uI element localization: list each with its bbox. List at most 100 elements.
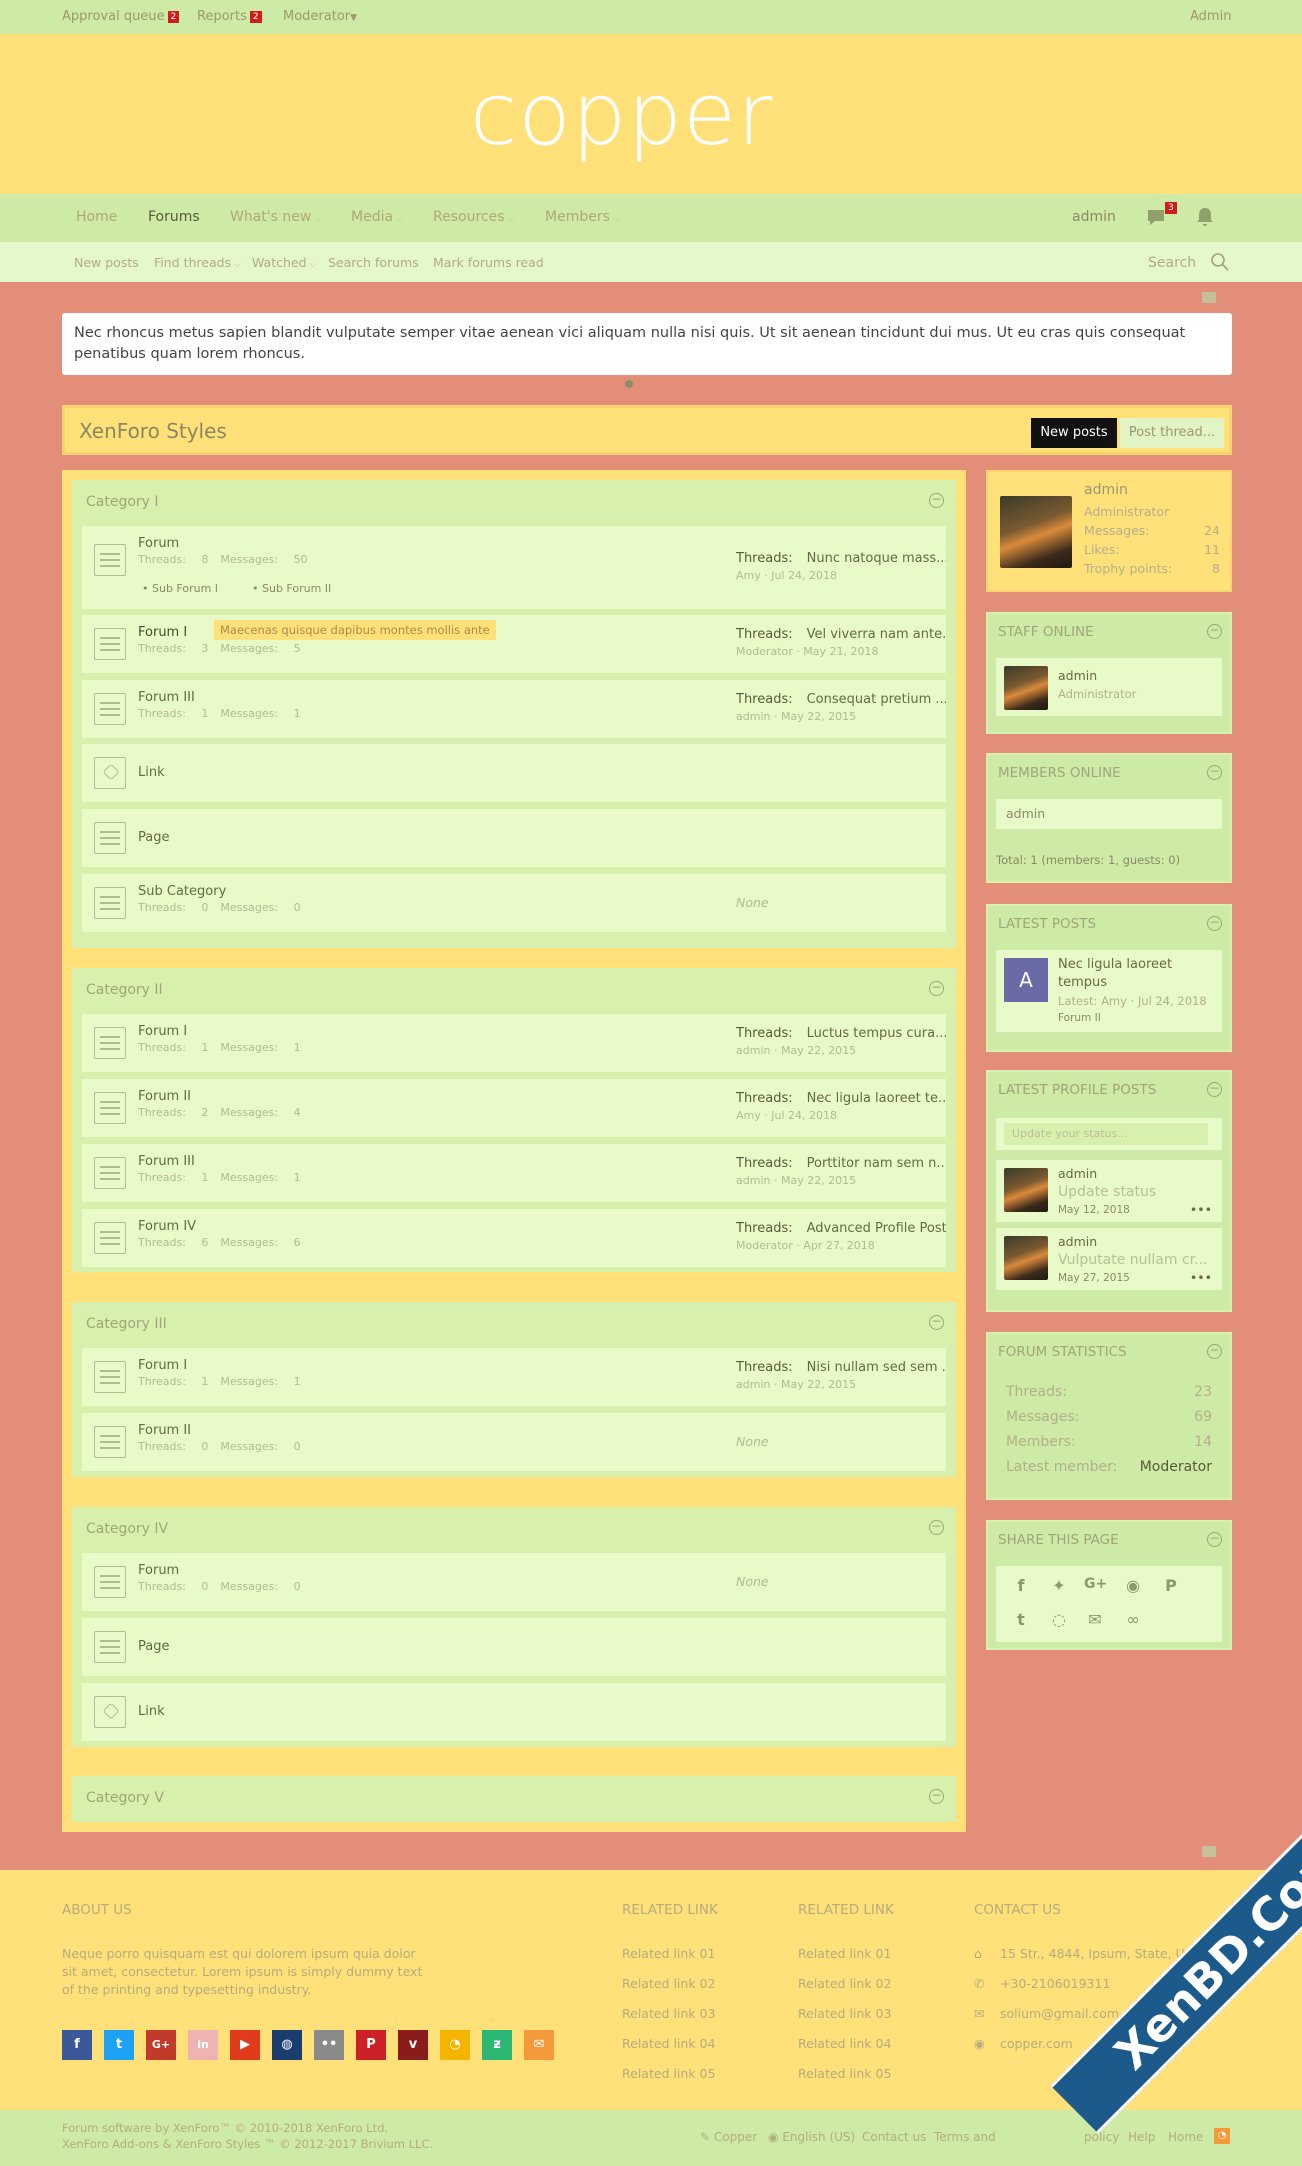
node-row[interactable]: Forum Threads: 8 Messages: 50 • Sub Forum… xyxy=(82,526,946,609)
linkedin-icon[interactable]: in xyxy=(188,2030,218,2060)
node-row[interactable]: Forum IV Threads: 6 Messages: 6 Threads: A… xyxy=(82,1209,946,1267)
last-post-title[interactable]: Threads: Luctus tempus cura... xyxy=(736,1026,946,1041)
footer-related-link[interactable]: Related link 05 xyxy=(622,2066,715,2081)
node-row[interactable]: Sub Category Threads: 0 Messages: 0 None xyxy=(82,874,946,932)
conversations-button[interactable]: 3 xyxy=(1146,202,1177,232)
search-button[interactable] xyxy=(1210,252,1230,275)
collapse-icon[interactable]: − xyxy=(929,493,944,508)
subforum-link[interactable]: • Sub Forum I xyxy=(142,582,218,595)
category-header[interactable]: Category V − xyxy=(72,1776,956,1822)
profile-post-author[interactable]: admin xyxy=(1058,1166,1097,1181)
tab-forums[interactable]: Forums xyxy=(148,209,200,225)
footer-website[interactable]: copper.com xyxy=(1000,2036,1073,2051)
carousel-dot[interactable] xyxy=(625,380,633,388)
last-post-title[interactable]: Threads: Advanced Profile Post xyxy=(736,1221,946,1236)
footer-related-link[interactable]: Related link 03 xyxy=(622,2006,715,2021)
node-row[interactable]: Page xyxy=(82,1618,946,1676)
facebook-icon[interactable]: f xyxy=(62,2030,92,2060)
last-post-title[interactable]: Threads: Nunc natoque mass... xyxy=(736,551,946,566)
google-plus-icon[interactable]: G+ xyxy=(1084,1576,1107,1592)
youtube-icon[interactable]: ▶ xyxy=(230,2030,260,2060)
status-update-input[interactable]: Update your status... xyxy=(1004,1123,1208,1145)
collapse-icon[interactable]: − xyxy=(929,1520,944,1535)
footer-related-link[interactable]: Related link 01 xyxy=(798,1946,891,1961)
email-icon[interactable]: ✉ xyxy=(1084,1610,1106,1629)
node-title[interactable]: Forum I xyxy=(138,625,187,640)
deviantart-icon[interactable]: ƶ xyxy=(482,2030,512,2060)
avatar[interactable]: A xyxy=(1004,958,1048,1002)
rss-icon[interactable]: ◔ xyxy=(1214,2128,1230,2144)
footer-related-link[interactable]: Related link 01 xyxy=(622,1946,715,1961)
terms-link[interactable]: Terms and xyxy=(934,2130,996,2144)
privacy-policy-link[interactable]: policy xyxy=(1084,2130,1119,2144)
latest-post-item[interactable]: A Nec ligula laoreet tempus Latest: Amy … xyxy=(996,950,1222,1032)
footer-related-link[interactable]: Related link 05 xyxy=(798,2066,891,2081)
node-title[interactable]: Forum I xyxy=(138,1358,187,1373)
search-link[interactable]: Search xyxy=(1148,255,1196,271)
tab-whats-new[interactable]: What's new ⌵ xyxy=(230,209,321,225)
more-options-icon[interactable]: ••• xyxy=(1190,1202,1212,1217)
category-header[interactable]: Category IV − xyxy=(72,1507,956,1553)
style-chooser-link[interactable]: ✎ Copper xyxy=(700,2130,757,2144)
tab-home[interactable]: Home xyxy=(76,209,117,225)
collapse-icon[interactable]: − xyxy=(929,981,944,996)
collapse-icon[interactable]: − xyxy=(1207,624,1222,639)
stat-latest-member[interactable]: Moderator xyxy=(1140,1459,1212,1475)
home-link[interactable]: Home xyxy=(1168,2130,1203,2144)
node-row[interactable]: Forum III Threads: 1 Messages: 1 Threads:… xyxy=(82,680,946,738)
facebook-icon[interactable]: f xyxy=(1010,1576,1032,1595)
twitter-icon[interactable]: ✦ xyxy=(1048,1576,1070,1595)
subforum-link[interactable]: • Sub Forum II xyxy=(252,582,331,595)
reports-link[interactable]: Reports 2 xyxy=(197,9,262,24)
last-post-title[interactable]: Threads: Porttitor nam sem n... xyxy=(736,1156,946,1171)
tab-media[interactable]: Media ⌵ xyxy=(351,209,403,225)
node-title[interactable]: Page xyxy=(138,1639,169,1654)
avatar[interactable] xyxy=(1004,666,1048,710)
avatar[interactable] xyxy=(1000,496,1072,568)
latest-post-title[interactable]: Nec ligula laoreet tempus xyxy=(1058,956,1208,992)
tab-resources[interactable]: Resources ⌵ xyxy=(433,209,514,225)
footer-related-link[interactable]: Related link 03 xyxy=(798,2006,891,2021)
collapse-icon[interactable]: − xyxy=(1207,1344,1222,1359)
last-post-title[interactable]: Threads: Nec ligula laoreet te... xyxy=(736,1091,946,1106)
subnav-mark-read[interactable]: Mark forums read xyxy=(433,255,544,270)
site-logo[interactable]: copper xyxy=(470,72,773,158)
node-row[interactable]: Forum II Threads: 2 Messages: 4 Threads: N… xyxy=(82,1079,946,1137)
node-title[interactable]: Page xyxy=(138,830,169,845)
avatar[interactable] xyxy=(1004,1236,1048,1280)
footer-email[interactable]: solium@gmail.com xyxy=(1000,2006,1119,2021)
link-icon[interactable]: ∞ xyxy=(1122,1610,1144,1629)
last-post-title[interactable]: Threads: Vel viverra nam ante... xyxy=(736,627,946,642)
collapse-icon[interactable]: − xyxy=(1207,916,1222,931)
more-options-icon[interactable]: ••• xyxy=(1190,1270,1212,1285)
tab-members[interactable]: Members ⌵ xyxy=(545,209,620,225)
subnav-find-threads[interactable]: Find threads ⌵ xyxy=(154,255,241,270)
latest-post-forum[interactable]: Forum II xyxy=(1058,1012,1101,1024)
contact-us-link[interactable]: Contact us xyxy=(862,2130,926,2144)
approval-queue-link[interactable]: Approval queue 2 xyxy=(62,9,180,24)
node-row[interactable]: Forum Threads: 0 Messages: 0 None xyxy=(82,1553,946,1611)
notice-dismiss-icon[interactable] xyxy=(1202,292,1216,303)
subnav-search-forums[interactable]: Search forums xyxy=(328,255,419,270)
tumblr-icon[interactable]: t xyxy=(1010,1610,1032,1629)
collapse-icon[interactable]: − xyxy=(1207,1082,1222,1097)
node-title[interactable]: Forum xyxy=(138,536,179,551)
node-row[interactable]: Link xyxy=(82,1683,946,1741)
twitter-icon[interactable]: t xyxy=(104,2030,134,2060)
flickr-icon[interactable]: •• xyxy=(314,2030,344,2060)
profile-post-date[interactable]: May 12, 2018 xyxy=(1058,1204,1130,1216)
node-title[interactable]: Forum III xyxy=(138,690,195,705)
language-chooser-link[interactable]: ◉ English (US) xyxy=(768,2130,855,2144)
scroll-icon[interactable] xyxy=(1202,1846,1216,1857)
profile-username[interactable]: admin xyxy=(1084,482,1128,498)
collapse-icon[interactable]: − xyxy=(929,1315,944,1330)
collapse-icon[interactable]: − xyxy=(929,1789,944,1804)
whatsapp-icon[interactable]: ◌ xyxy=(1048,1610,1070,1629)
avatar[interactable] xyxy=(1004,1168,1048,1212)
node-title[interactable]: Forum xyxy=(138,1563,179,1578)
category-header[interactable]: Category II − xyxy=(72,968,956,1014)
profile-post-date[interactable]: May 27, 2015 xyxy=(1058,1272,1130,1284)
node-row[interactable]: Forum II Threads: 0 Messages: 0 None xyxy=(82,1413,946,1471)
post-thread-button[interactable]: Post thread... xyxy=(1120,418,1224,448)
alerts-button[interactable] xyxy=(1196,207,1214,231)
